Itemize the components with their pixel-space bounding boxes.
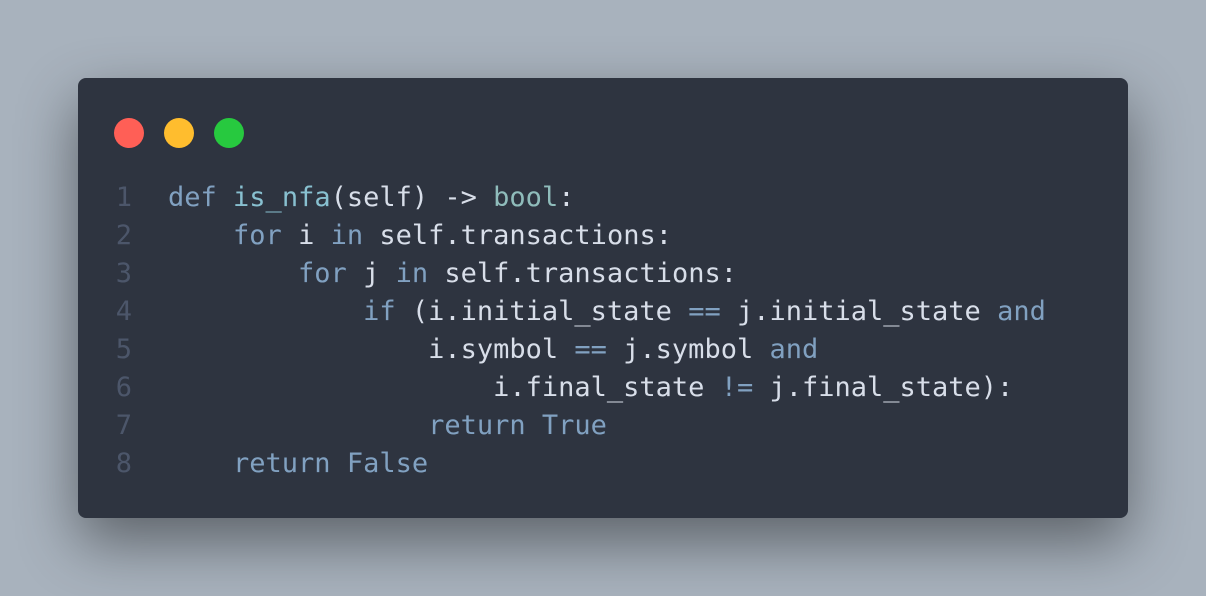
code-block: 1 def is_nfa(self) -> bool: 2 for i in sel… bbox=[78, 179, 1046, 483]
line-number: 6 bbox=[115, 372, 132, 403]
close-button[interactable] bbox=[114, 118, 144, 148]
code-token: != bbox=[720, 372, 754, 403]
code-token: for bbox=[298, 258, 347, 289]
code-token: : bbox=[558, 182, 575, 213]
code-token: self.transactions: bbox=[428, 258, 737, 289]
window-controls bbox=[114, 118, 244, 148]
code-line: 3 for j in self.transactions: bbox=[78, 255, 1046, 293]
line-number: 4 bbox=[115, 296, 132, 327]
code-token: and bbox=[769, 334, 819, 365]
line-source: return False bbox=[132, 445, 428, 483]
code-token: j bbox=[346, 258, 396, 289]
code-line: 1 def is_nfa(self) -> bool: bbox=[78, 179, 1046, 217]
code-token: is_nfa bbox=[233, 182, 331, 213]
maximize-button[interactable] bbox=[214, 118, 244, 148]
line-source: def is_nfa(self) -> bool: bbox=[132, 179, 574, 217]
code-token: False bbox=[346, 448, 429, 479]
code-token: -> bbox=[444, 182, 477, 213]
code-line: 7 return True bbox=[78, 407, 1046, 445]
code-token: in bbox=[395, 258, 429, 289]
code-token: and bbox=[997, 296, 1046, 327]
code-token: i.final_state bbox=[168, 372, 721, 403]
code-token: return bbox=[428, 410, 526, 441]
code-token: self.transactions: bbox=[363, 220, 672, 251]
line-source: i.symbol == j.symbol and bbox=[132, 331, 818, 369]
code-token: bool bbox=[493, 182, 559, 213]
line-source: for j in self.transactions: bbox=[132, 255, 737, 293]
code-token: i bbox=[281, 220, 331, 251]
code-token: if bbox=[363, 296, 396, 327]
code-line: 6 i.final_state != j.final_state): bbox=[78, 369, 1046, 407]
line-source: return True bbox=[132, 407, 607, 445]
code-token: j.symbol bbox=[606, 334, 770, 365]
line-source: for i in self.transactions: bbox=[132, 217, 672, 255]
code-token: == bbox=[574, 334, 607, 365]
code-token: i.symbol bbox=[168, 334, 575, 365]
code-line: 2 for i in self.transactions: bbox=[78, 217, 1046, 255]
minimize-button[interactable] bbox=[164, 118, 194, 148]
code-token: j.initial_state bbox=[720, 296, 998, 327]
code-token: def bbox=[168, 182, 217, 213]
code-token: return bbox=[233, 448, 331, 479]
line-number: 2 bbox=[115, 220, 132, 251]
code-line: 4 if (i.initial_state == j.initial_state… bbox=[78, 293, 1046, 331]
code-token: j.final_state): bbox=[753, 372, 1014, 403]
line-number: 8 bbox=[115, 448, 132, 479]
line-number: 5 bbox=[115, 334, 132, 365]
line-source: if (i.initial_state == j.initial_state a… bbox=[132, 293, 1046, 331]
code-line: 5 i.symbol == j.symbol and bbox=[78, 331, 1046, 369]
code-token: True bbox=[541, 410, 607, 441]
line-number: 7 bbox=[115, 410, 132, 441]
code-token: (i.initial_state bbox=[395, 296, 689, 327]
code-token: in bbox=[330, 220, 364, 251]
code-window: 1 def is_nfa(self) -> bool: 2 for i in sel… bbox=[78, 78, 1128, 518]
code-line: 8 return False bbox=[78, 445, 1046, 483]
code-token: for bbox=[233, 220, 282, 251]
line-source: i.final_state != j.final_state): bbox=[132, 369, 1013, 407]
line-number: 3 bbox=[115, 258, 132, 289]
line-number: 1 bbox=[115, 182, 132, 213]
code-token: == bbox=[688, 296, 721, 327]
code-token: (self) bbox=[330, 182, 445, 213]
